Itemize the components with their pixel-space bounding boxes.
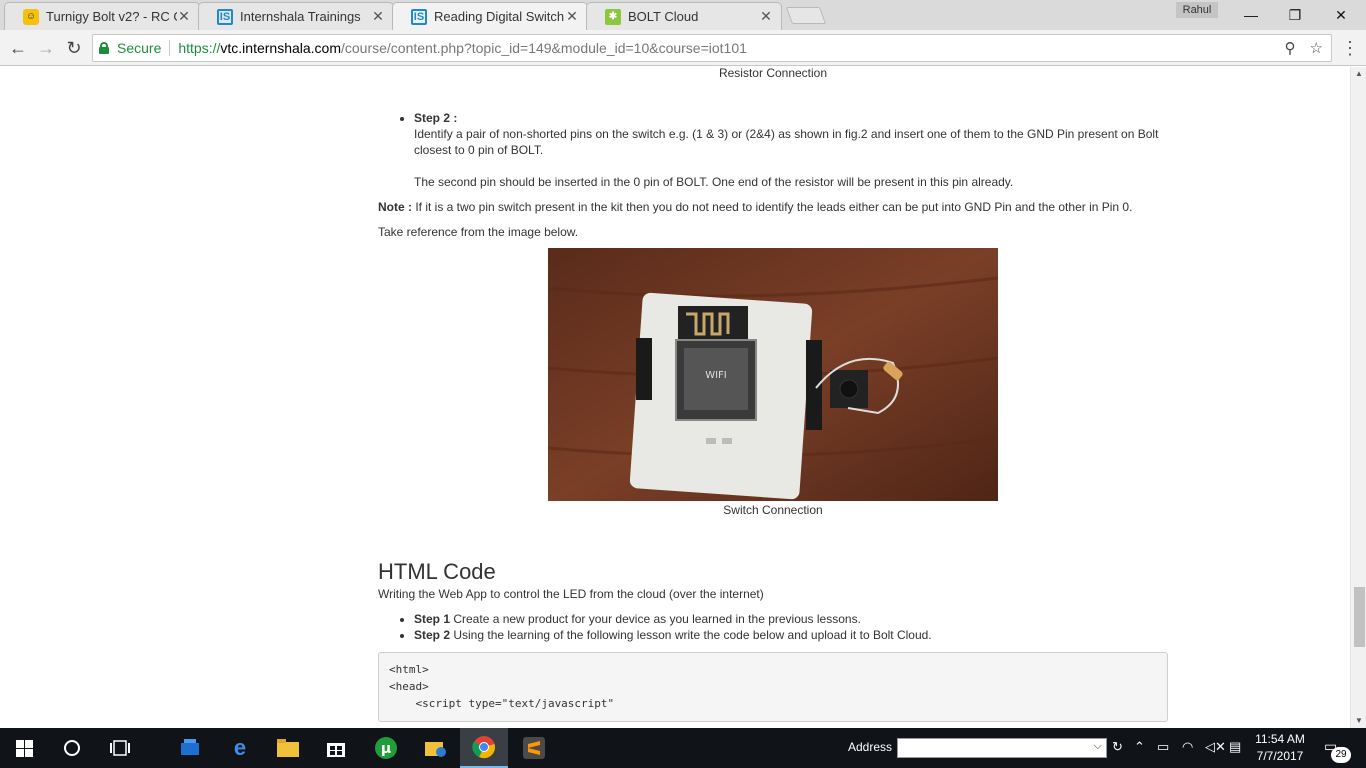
battery-icon[interactable]: ▭	[1157, 739, 1169, 755]
taskbar-address-input[interactable]: ⌵	[897, 738, 1107, 758]
chrome-icon[interactable]	[460, 728, 508, 768]
system-clock[interactable]: 11:54 AM 7/7/2017	[1250, 731, 1310, 765]
edge-icon[interactable]: e	[216, 728, 264, 768]
restore-button[interactable]: ❐	[1272, 0, 1318, 30]
tab-reading-digital-switch[interactable]: IS Reading Digital Switch | I ✕	[392, 2, 588, 30]
note-label: Note :	[378, 200, 412, 214]
reload-icon[interactable]: ↻	[62, 36, 86, 60]
back-arrow-icon[interactable]: ←	[6, 36, 30, 60]
note-text: If it is a two pin switch present in the…	[412, 200, 1133, 214]
minimize-button[interactable]: —	[1228, 0, 1274, 30]
chevron-up-icon[interactable]: ⌃	[1134, 739, 1145, 755]
close-icon[interactable]: ✕	[177, 8, 191, 25]
board-photo-graphic: WIFI	[548, 248, 998, 501]
reference-text: Take reference from the image below.	[378, 225, 579, 239]
bolt-cloud-icon: ✱	[605, 8, 621, 25]
refresh-icon[interactable]: ↻	[1112, 739, 1123, 755]
list-item: Step 2 : Identify a pair of non-shorted …	[414, 110, 1168, 190]
page-viewport: Resistor Connection Step 2 : Identify a …	[0, 67, 1350, 728]
volume-muted-icon[interactable]: ◁✕	[1205, 739, 1226, 755]
page-scrollbar[interactable]: ▲ ▼	[1350, 67, 1366, 728]
tab-title: BOLT Cloud	[628, 9, 699, 24]
step-text: Create a new product for your device as …	[450, 612, 861, 626]
close-window-button[interactable]: ✕	[1318, 0, 1364, 30]
html-steps-list: Step 1 Create a new product for your dev…	[414, 611, 1168, 643]
tab-internshala-trainings[interactable]: IS Internshala Trainings ✕	[198, 2, 394, 30]
lock-icon	[99, 42, 109, 54]
address-toolbar-label: Address	[848, 740, 893, 754]
list-item: Step 2 Using the learning of the followi…	[414, 627, 1168, 643]
clock-time: 11:54 AM	[1255, 732, 1305, 746]
tab-bolt-cloud[interactable]: ✱ BOLT Cloud ✕	[586, 2, 782, 30]
url-host: vtc.internshala.com	[220, 40, 341, 56]
windows-taskbar: e µ Address ⌵ ↻ ⌃ ▭ ◠ ◁✕ ▤ 11:54 AM 7/7/…	[0, 728, 1366, 768]
note-paragraph: Note : If it is a two pin switch present…	[378, 199, 1168, 215]
new-tab-button[interactable]	[785, 7, 827, 24]
search-icon[interactable]	[48, 728, 96, 768]
internshala-icon: IS	[411, 8, 427, 25]
utorrent-icon[interactable]: µ	[362, 728, 410, 768]
step-text: Using the learning of the following less…	[450, 628, 932, 642]
menu-dots-icon[interactable]: ⋮	[1340, 38, 1360, 58]
folder-app-icon[interactable]	[412, 728, 460, 768]
close-icon[interactable]: ✕	[565, 8, 579, 25]
tab-strip: ☺ Turnigy Bolt v2? - RC Gro ✕ IS Interns…	[0, 0, 1366, 30]
url-scheme: https://	[178, 40, 221, 56]
tab-turnigy[interactable]: ☺ Turnigy Bolt v2? - RC Gro ✕	[4, 2, 200, 30]
chevron-down-icon[interactable]: ⌵	[1094, 740, 1102, 753]
list-item: Step 1 Create a new product for your dev…	[414, 611, 1168, 627]
search-icon[interactable]: ⚲	[1285, 39, 1296, 57]
code-block[interactable]: <html> <head> <script type="text/javascr…	[378, 652, 1168, 722]
html-code-heading: HTML Code	[378, 559, 496, 584]
html-intro: Writing the Web App to control the LED f…	[378, 587, 764, 601]
notification-count-badge: 29	[1331, 747, 1351, 763]
star-icon[interactable]: ☆	[1310, 39, 1323, 57]
forward-arrow-icon[interactable]: →	[34, 36, 58, 60]
step-label: Step 2 :	[414, 111, 458, 125]
switch-caption: Switch Connection	[723, 503, 823, 517]
windows-store-icon[interactable]	[312, 728, 360, 768]
windows-start-icon[interactable]	[0, 728, 48, 768]
tab-title: Turnigy Bolt v2? - RC Gro	[46, 9, 177, 24]
file-explorer-icon[interactable]	[264, 728, 312, 768]
divider	[169, 40, 171, 56]
step-label: Step 2	[414, 628, 451, 642]
step-label: Step 1	[414, 612, 451, 626]
sublime-icon[interactable]	[510, 728, 558, 768]
lesson-content: Resistor Connection Step 2 : Identify a …	[378, 67, 1168, 722]
internshala-icon: IS	[217, 8, 233, 25]
wifi-icon[interactable]: ◠	[1182, 739, 1193, 755]
step-text: The second pin should be inserted in the…	[414, 175, 1014, 189]
svg-text:µ: µ	[381, 741, 391, 757]
tab-title: Internshala Trainings	[240, 9, 361, 24]
clock-date: 7/7/2017	[1256, 749, 1304, 763]
resistor-caption: Resistor Connection	[718, 67, 828, 80]
yellow-robot-icon: ☺	[23, 8, 39, 25]
switch-connection-image: WIFI	[548, 248, 998, 501]
task-view-icon[interactable]	[96, 728, 144, 768]
address-bar[interactable]: Secure https://vtc.internshala.com/cours…	[92, 34, 1332, 62]
tab-title: Reading Digital Switch | I	[434, 9, 565, 24]
step-text: Identify a pair of non-shorted pins on t…	[414, 127, 1159, 157]
secure-label: Secure	[117, 40, 162, 56]
svg-text:WIFI: WIFI	[705, 370, 727, 381]
scroll-down-icon[interactable]: ▼	[1351, 714, 1366, 728]
store-app-icon[interactable]	[166, 728, 214, 768]
scroll-up-icon[interactable]: ▲	[1351, 67, 1366, 81]
step2-list: Step 2 : Identify a pair of non-shorted …	[414, 110, 1168, 190]
profile-button[interactable]: Rahul	[1176, 2, 1218, 18]
browser-toolbar: ← → ↻ Secure https://vtc.internshala.com…	[0, 30, 1366, 66]
close-icon[interactable]: ✕	[371, 8, 385, 25]
scroll-thumb[interactable]	[1354, 587, 1365, 647]
url-path: /course/content.php?topic_id=149&module_…	[341, 40, 747, 56]
close-icon[interactable]: ✕	[759, 8, 773, 25]
input-indicator-icon[interactable]: ▤	[1229, 739, 1241, 755]
